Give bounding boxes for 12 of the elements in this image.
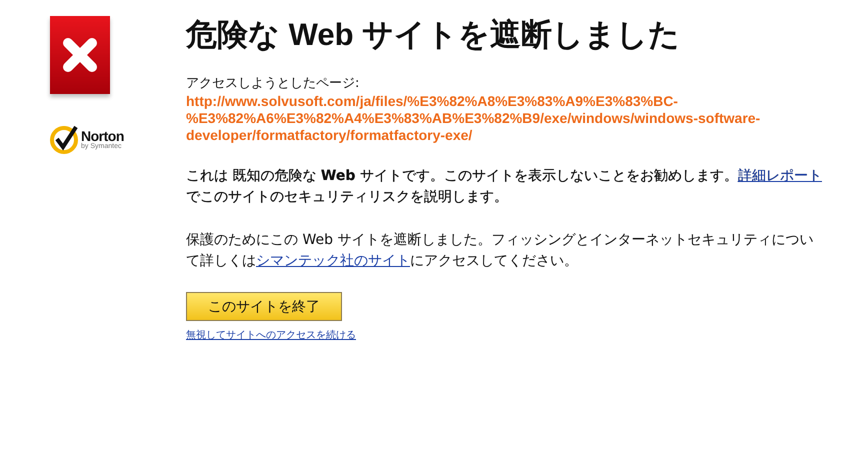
blocked-x-icon bbox=[50, 16, 110, 94]
brand-name: Norton bbox=[81, 128, 124, 142]
paragraph: これは 既知の危険な Web サイトです。このサイトを表示しないことをお勧めします。詳細レポート でこのサイトのセキュリティリスクを説明します。 bbox=[186, 167, 823, 208]
text-link[interactable]: 詳細レポート bbox=[738, 168, 822, 184]
continue-link[interactable]: 無視してサイトへのアクセスを続ける bbox=[186, 328, 356, 342]
attempted-page-label: アクセスしようとしたページ: bbox=[186, 75, 360, 94]
paragraph: 保護のためにこの Web サイトを遮断しました。フィッシングとインターネットセキュリティについて詳しくはシマンテック社のサイト にアクセスしてください。 bbox=[186, 231, 814, 272]
blocked-url: http://www.solvusoft.com/ja/files/%E3%82%A8%E3%83%A9%E3%83%BC-%E3%82%A6%E3%82%A4%E3%83%AB%E3%82%B9/exe/windows/windows-software-developer/formatfactory/formatfactory-exe/ bbox=[186, 93, 762, 144]
checkmark-seal-icon bbox=[50, 124, 80, 154]
exit-site-button[interactable]: このサイトを終了 bbox=[186, 292, 342, 322]
text-link[interactable]: シマンテック社のサイト bbox=[256, 253, 410, 270]
page-title: 危険な Web サイトを遮断しました bbox=[186, 16, 682, 54]
